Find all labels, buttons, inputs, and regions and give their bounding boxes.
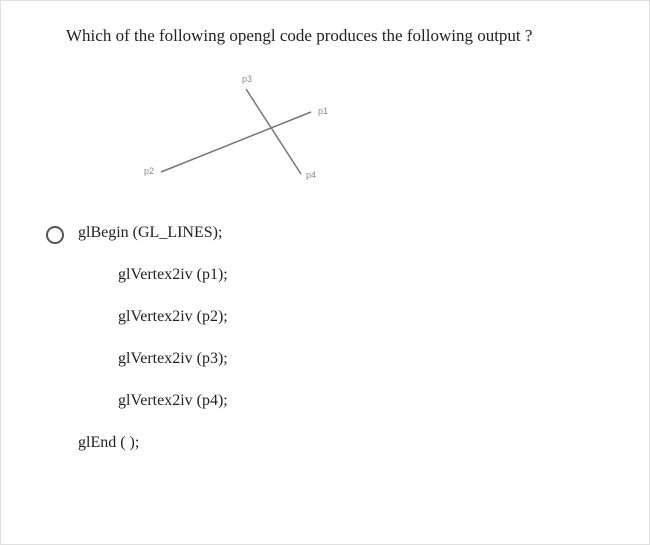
code-line-v2: glVertex2iv (p2); <box>118 308 609 326</box>
code-line-glend: glEnd ( ); <box>78 434 609 452</box>
code-line-v3: glVertex2iv (p3); <box>118 350 609 368</box>
lines-diagram: p3 p1 p2 p4 <box>106 64 366 204</box>
question-text: Which of the following opengl code produ… <box>66 26 609 46</box>
label-p2: p2 <box>144 166 154 176</box>
option-row: glBegin (GL_LINES); glVertex2iv (p1); gl… <box>46 224 609 476</box>
code-line-glbegin: glBegin (GL_LINES); <box>78 224 609 242</box>
option-content: glBegin (GL_LINES); glVertex2iv (p1); gl… <box>78 224 609 476</box>
code-line-v4: glVertex2iv (p4); <box>118 392 609 410</box>
line-p2-p1 <box>161 112 311 172</box>
label-p1: p1 <box>318 106 328 116</box>
label-p3: p3 <box>242 74 252 84</box>
label-p4: p4 <box>306 170 316 180</box>
question-card: Which of the following opengl code produ… <box>0 0 650 545</box>
code-line-v1: glVertex2iv (p1); <box>118 266 609 284</box>
line-p3-p4 <box>246 89 301 174</box>
radio-option-1[interactable] <box>46 226 64 244</box>
